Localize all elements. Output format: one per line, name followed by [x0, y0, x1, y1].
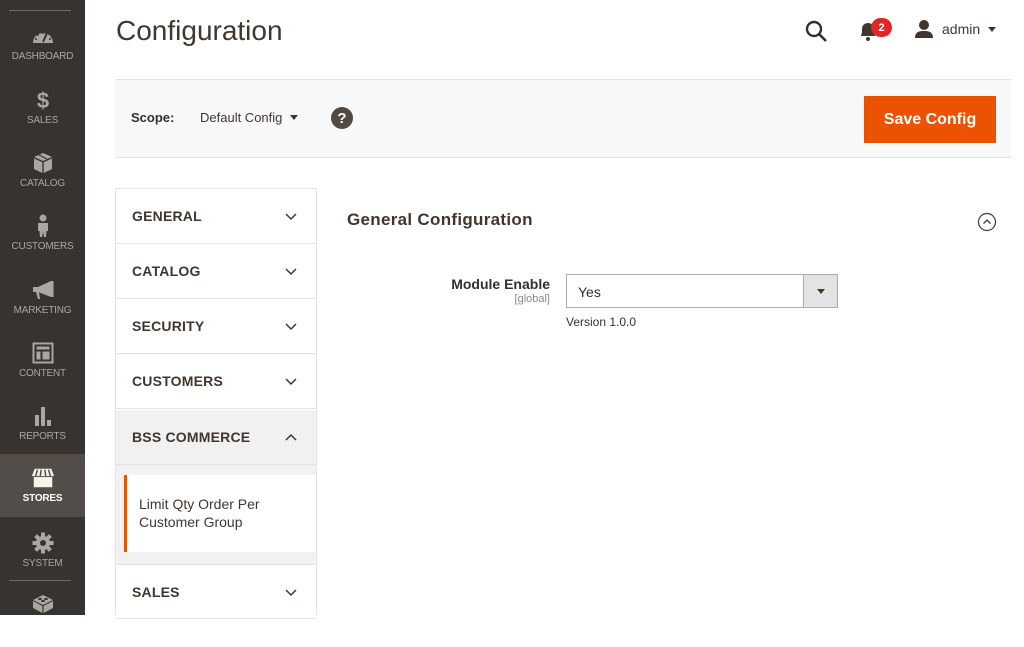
page-title: Configuration [116, 15, 283, 46]
user-icon [915, 20, 933, 38]
chevron-down-icon [290, 115, 299, 120]
person-icon [31, 214, 55, 238]
scope-switcher[interactable]: Default Config [200, 110, 299, 125]
tab-bss-commerce[interactable]: BSS COMMERCE [116, 410, 316, 465]
chevron-up-icon [285, 433, 297, 441]
dashboard-icon [31, 24, 55, 48]
nav-item-sales[interactable]: $ SALES [0, 82, 85, 145]
tab-customers[interactable]: CUSTOMERS [116, 354, 316, 409]
chevron-down-icon [285, 268, 297, 276]
lego-brick-icon [31, 590, 55, 614]
select-value: Yes [578, 284, 601, 300]
nav-item-dashboard[interactable]: DASHBOARD [0, 18, 85, 81]
nav-item-customers[interactable]: CUSTOMERS [0, 208, 85, 271]
nav-item-stores[interactable]: STORES [0, 454, 85, 517]
nav-label: CATALOG [20, 178, 65, 189]
collapse-section-icon[interactable] [977, 212, 997, 232]
nav-label: MARKETING [13, 305, 72, 316]
select-toggle[interactable] [803, 275, 837, 307]
tab-security[interactable]: SECURITY [116, 299, 316, 354]
tab-sales[interactable]: SALES [116, 564, 316, 619]
chevron-down-icon [285, 213, 297, 221]
nav-label: STORES [22, 493, 63, 504]
chevron-down-icon [285, 589, 297, 597]
bar-chart-icon [31, 404, 55, 428]
megaphone-icon [31, 278, 55, 302]
tab-label: SALES [132, 583, 180, 600]
tab-label: CUSTOMERS [132, 373, 223, 389]
storefront-icon [31, 466, 55, 490]
notifications-badge: 2 [871, 18, 892, 37]
tab-label: SECURITY [132, 318, 205, 334]
user-name: admin [942, 21, 981, 37]
chevron-down-icon [285, 378, 297, 386]
chevron-down-icon [285, 323, 297, 331]
nav-label: DASHBOARD [11, 51, 74, 62]
tab-label: BSS COMMERCE [132, 429, 251, 445]
nav-label: SYSTEM [22, 558, 63, 569]
bss-commerce-submenu: Limit Qty Order Per Customer Group [116, 465, 316, 564]
nav-item-marketing[interactable]: MARKETING [0, 272, 85, 335]
user-menu[interactable]: admin [914, 19, 997, 39]
save-config-button[interactable]: Save Config [864, 96, 996, 143]
admin-nav: DASHBOARD $ SALES CATALOG CUSTOMERS MARK… [0, 0, 85, 615]
dollar-icon: $ [31, 88, 55, 112]
tab-label: GENERAL [132, 208, 202, 224]
search-icon [805, 20, 827, 42]
nav-item-system[interactable]: SYSTEM [0, 525, 85, 588]
section-title[interactable]: General Configuration [347, 210, 533, 230]
nav-label: CONTENT [19, 368, 66, 379]
tab-label: CATALOG [132, 263, 201, 279]
nav-label: CUSTOMERS [11, 241, 74, 252]
scope-label: Scope: [131, 110, 175, 125]
tab-item-limit-qty-order[interactable]: Limit Qty Order Per Customer Group [124, 475, 316, 552]
help-icon[interactable]: ? [331, 107, 353, 129]
scope-value: Default Config [200, 110, 283, 125]
box-icon [31, 151, 55, 175]
tab-catalog[interactable]: CATALOG [116, 244, 316, 299]
svg-text:$: $ [36, 89, 48, 111]
layout-icon [31, 341, 55, 365]
page-actions-toolbar: Scope: Default Config ? Save Config [115, 79, 1011, 158]
nav-item-extensions[interactable] [0, 584, 85, 647]
nav-divider [9, 10, 71, 11]
nav-label: SALES [26, 115, 59, 126]
module-enable-select[interactable]: Yes [566, 274, 838, 308]
tab-general[interactable]: GENERAL [116, 189, 316, 244]
search-button[interactable] [804, 19, 828, 43]
nav-item-content[interactable]: CONTENT [0, 335, 85, 398]
field-label-text: Module Enable [451, 276, 550, 292]
gear-icon [31, 531, 55, 555]
chevron-down-icon [988, 26, 997, 32]
chevron-down-icon [816, 288, 825, 294]
field-note: Version 1.0.0 [566, 315, 637, 329]
module-enable-label: Module Enable [global] [451, 276, 550, 305]
nav-item-catalog[interactable]: CATALOG [0, 145, 85, 208]
nav-divider [9, 580, 71, 581]
nav-label: REPORTS [19, 431, 66, 442]
config-tabs: GENERAL CATALOG SECURITY CUSTOMERS BSS C… [115, 188, 317, 619]
field-scope-text: [global] [514, 293, 550, 305]
nav-item-reports[interactable]: REPORTS [0, 398, 85, 461]
